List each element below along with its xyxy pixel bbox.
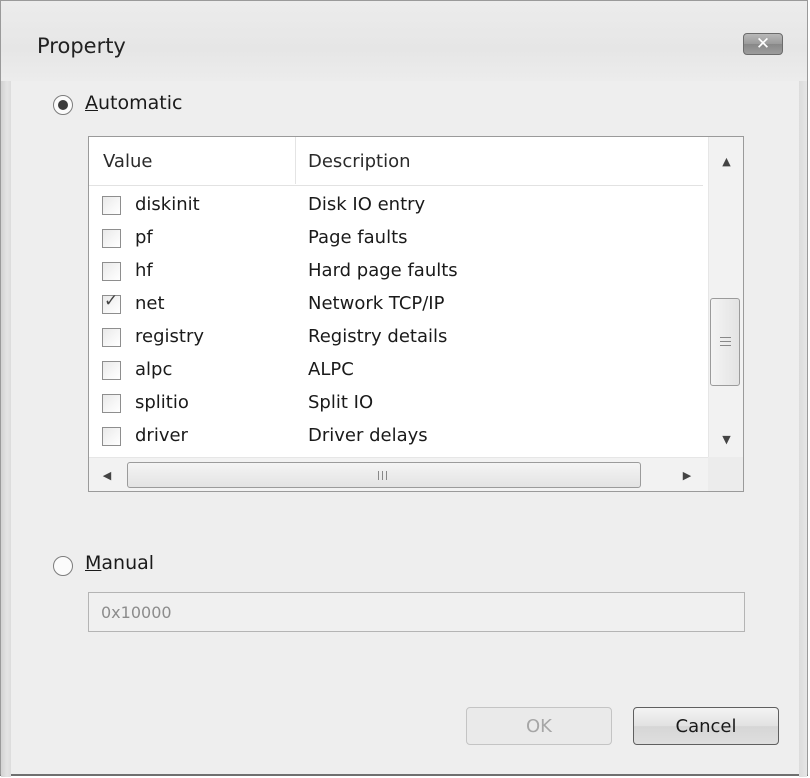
row-description: Split IO: [308, 392, 374, 413]
row-description: Registry details: [308, 326, 448, 347]
value-list[interactable]: Value Description diskinit Disk IO entry p…: [88, 136, 744, 492]
row-description: Page faults: [308, 227, 408, 248]
grip-icon: [378, 471, 379, 480]
row-checkbox[interactable]: [102, 196, 121, 215]
scroll-down-arrow-icon[interactable]: ▼: [709, 423, 743, 455]
column-header-description[interactable]: Description: [308, 151, 411, 172]
vertical-scroll-thumb[interactable]: [710, 298, 740, 386]
row-value: hf: [135, 260, 153, 281]
row-checkbox[interactable]: ✓: [102, 291, 121, 314]
ok-button[interactable]: OK: [466, 707, 612, 745]
vertical-scrollbar[interactable]: ▲ ▼: [708, 137, 743, 457]
checkmark-icon: ✓: [104, 291, 119, 311]
list-item[interactable]: driver Driver delays: [89, 422, 703, 454]
row-value: driver: [135, 425, 188, 446]
row-value: net: [135, 293, 165, 314]
manual-radio-label[interactable]: Manual: [85, 552, 154, 574]
window-frame-right: [799, 1, 807, 777]
horizontal-scroll-thumb[interactable]: [127, 462, 641, 488]
window-frame-left: [1, 1, 11, 777]
row-checkbox[interactable]: [102, 427, 121, 446]
list-item[interactable]: alpc ALPC: [89, 356, 703, 388]
list-header: Value Description: [89, 137, 703, 186]
manual-label-mnemonic: M: [85, 552, 102, 574]
cancel-button[interactable]: Cancel: [633, 707, 779, 745]
column-divider[interactable]: [295, 137, 296, 184]
row-checkbox[interactable]: [102, 361, 121, 380]
close-icon: ✕: [755, 33, 771, 54]
scroll-left-arrow-icon[interactable]: ◀: [89, 458, 125, 491]
automatic-label-mnemonic: A: [85, 92, 98, 114]
manual-label-rest: anual: [101, 552, 155, 574]
row-checkbox[interactable]: [102, 394, 121, 413]
row-description: Hard page faults: [308, 260, 458, 281]
column-header-value[interactable]: Value: [103, 151, 152, 172]
row-value: alpc: [135, 359, 173, 380]
scroll-right-arrow-icon[interactable]: ▶: [669, 458, 705, 491]
row-description: Network TCP/IP: [308, 293, 445, 314]
row-description: ALPC: [308, 359, 354, 380]
row-checkbox[interactable]: [102, 262, 121, 281]
list-item[interactable]: ✓ net Network TCP/IP: [89, 290, 703, 322]
automatic-radio[interactable]: [53, 95, 73, 115]
grip-icon: [720, 337, 731, 338]
horizontal-scrollbar[interactable]: ◀ ▶: [89, 457, 743, 491]
row-description: Driver delays: [308, 425, 428, 446]
list-item[interactable]: registry Registry details: [89, 323, 703, 355]
row-value: diskinit: [135, 194, 200, 215]
row-checkbox[interactable]: [102, 328, 121, 347]
automatic-radio-label[interactable]: Automatic: [85, 92, 182, 114]
row-checkbox[interactable]: [102, 229, 121, 248]
row-description: Disk IO entry: [308, 194, 426, 215]
manual-radio[interactable]: [53, 556, 73, 576]
row-value: splitio: [135, 392, 189, 413]
title-bar[interactable]: Property ✕: [1, 1, 807, 81]
row-value: pf: [135, 227, 153, 248]
dialog-title: Property: [37, 34, 126, 58]
list-item[interactable]: hf Hard page faults: [89, 257, 703, 289]
scrollbar-corner: [708, 457, 743, 491]
scroll-up-arrow-icon[interactable]: ▲: [709, 145, 743, 177]
row-value: registry: [135, 326, 204, 347]
list-item[interactable]: diskinit Disk IO entry: [89, 191, 703, 223]
list-item[interactable]: pf Page faults: [89, 224, 703, 256]
property-dialog: Property ✕ Automatic Value Description d…: [0, 0, 808, 777]
automatic-label-rest: utomatic: [98, 92, 183, 114]
list-item[interactable]: splitio Split IO: [89, 389, 703, 421]
manual-value-field[interactable]: [88, 592, 745, 632]
close-button[interactable]: ✕: [743, 33, 783, 55]
